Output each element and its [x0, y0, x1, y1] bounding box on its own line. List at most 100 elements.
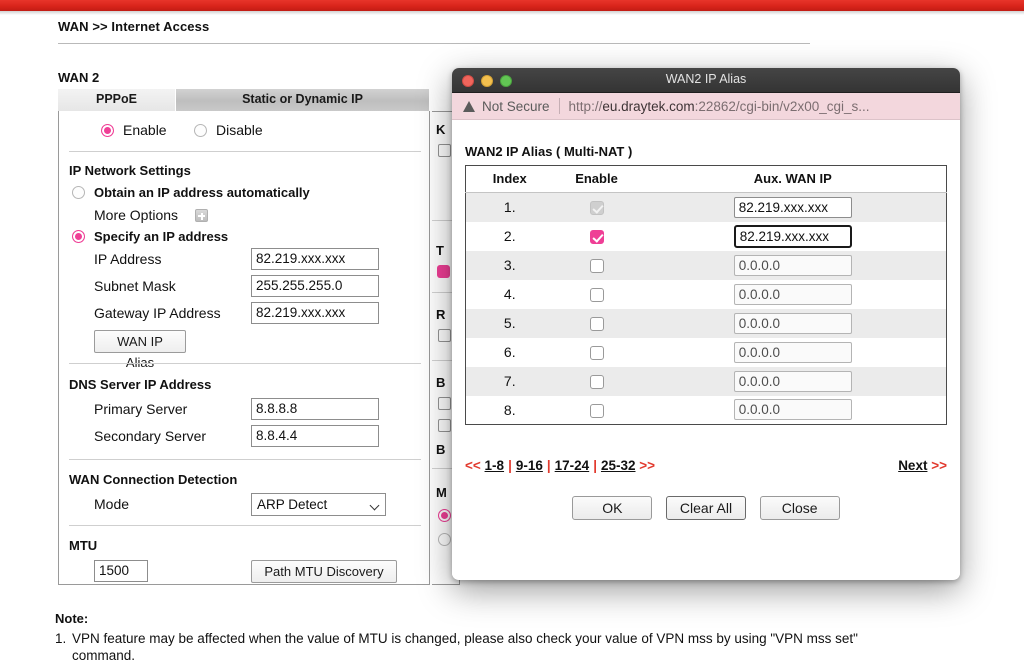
ok-button[interactable]: OK: [572, 496, 652, 520]
specify-ip-radio[interactable]: [72, 230, 85, 243]
aux-wan-ip-input[interactable]: 82.219.xxx.xxx: [734, 197, 852, 218]
row-enable-cell: [554, 309, 640, 338]
divider-4: [69, 525, 421, 526]
row-ip-cell: 82.219.xxx.xxx: [640, 222, 947, 251]
obscured-fragment-b1: B: [436, 375, 445, 390]
note-item: 1. VPN feature may be affected when the …: [55, 630, 875, 664]
disable-label: Disable: [216, 122, 263, 138]
aux-wan-ip-input[interactable]: 0.0.0.0: [734, 284, 852, 305]
row-enable-cell: [554, 251, 640, 280]
pager-next-group[interactable]: Next >>: [898, 458, 947, 473]
obtain-auto-radio[interactable]: [72, 186, 85, 199]
ip-alias-table: Index Enable Aux. WAN IP 1. 82.219.xxx.x…: [465, 165, 947, 425]
table-row: 3. 0.0.0.0: [466, 251, 947, 280]
secondary-server-input[interactable]: 8.8.4.4: [251, 425, 379, 447]
pager-separator: |: [547, 458, 551, 473]
aux-wan-ip-input[interactable]: 0.0.0.0: [734, 399, 852, 420]
enable-checkbox[interactable]: [590, 346, 604, 360]
aux-wan-ip-input[interactable]: 0.0.0.0: [734, 255, 852, 276]
enable-checkbox[interactable]: [590, 259, 604, 273]
enable-checkbox[interactable]: [590, 317, 604, 331]
specify-ip-option[interactable]: Specify an IP address: [72, 229, 228, 244]
enable-checkbox[interactable]: [590, 375, 604, 389]
tab-static-or-dynamic-ip[interactable]: Static or Dynamic IP: [176, 89, 430, 111]
wan-detection-title: WAN Connection Detection: [69, 472, 237, 487]
disable-radio[interactable]: [194, 124, 207, 137]
obscured-checkbox-3[interactable]: [438, 397, 451, 410]
obscured-checkbox-4[interactable]: [438, 419, 451, 432]
obscured-checkbox-1[interactable]: [438, 144, 451, 157]
row-enable-cell: [554, 367, 640, 396]
obscured-fragment-b2: B: [436, 442, 445, 457]
primary-server-input[interactable]: 8.8.8.8: [251, 398, 379, 420]
ip-address-input[interactable]: 82.219.xxx.xxx: [251, 248, 379, 270]
plus-box-icon[interactable]: [195, 209, 208, 222]
dialog-title: WAN2 IP Alias: [452, 72, 960, 86]
dialog-titlebar[interactable]: WAN2 IP Alias: [452, 68, 960, 93]
obscured-fragment-k: K: [436, 122, 445, 137]
row-ip-cell: 0.0.0.0: [640, 280, 947, 309]
address-bar-divider: [559, 98, 560, 114]
gateway-ip-input[interactable]: 82.219.xxx.xxx: [251, 302, 379, 324]
tab-pppoe[interactable]: PPPoE: [58, 89, 176, 111]
wan2-settings-panel: Enable Disable IP Network Settings Obtai…: [58, 111, 430, 585]
pager-range-9-16[interactable]: 9-16: [516, 458, 543, 473]
column-header-index: Index: [466, 166, 554, 193]
more-options-label[interactable]: More Options: [94, 207, 178, 223]
pager-range-25-32[interactable]: 25-32: [601, 458, 636, 473]
table-row: 7. 0.0.0.0: [466, 367, 947, 396]
aux-wan-ip-input[interactable]: 0.0.0.0: [734, 313, 852, 334]
pager-next-arrows[interactable]: >>: [639, 458, 655, 473]
detection-mode-select[interactable]: ARP Detect: [251, 493, 386, 516]
pager-next-link[interactable]: Next: [898, 458, 927, 473]
dialog-body: WAN2 IP Alias ( Multi-NAT ) Index Enable…: [452, 120, 960, 579]
pager-range-1-8[interactable]: 1-8: [485, 458, 505, 473]
pager-next-link-arrows[interactable]: >>: [931, 458, 947, 473]
note-text: VPN feature may be affected when the val…: [55, 630, 875, 664]
clear-all-button[interactable]: Clear All: [666, 496, 746, 520]
pager-range-17-24[interactable]: 17-24: [555, 458, 590, 473]
primary-server-label: Primary Server: [94, 401, 187, 417]
obscured-radio-on[interactable]: [438, 509, 451, 522]
chevron-down-icon: [370, 501, 380, 511]
ip-address-label: IP Address: [94, 251, 161, 267]
enable-checkbox[interactable]: [590, 404, 604, 418]
subnet-mask-input[interactable]: 255.255.255.0: [251, 275, 379, 297]
address-bar-url[interactable]: http://eu.draytek.com:22862/cgi-bin/v2x0…: [569, 99, 870, 114]
row-index: 7.: [466, 367, 554, 396]
obscured-radio-off[interactable]: [438, 533, 451, 546]
enable-radio-option[interactable]: Enable: [101, 122, 167, 138]
disable-radio-option[interactable]: Disable: [194, 122, 263, 138]
row-index: 1.: [466, 193, 554, 222]
page-title: WAN 2: [58, 70, 99, 85]
secondary-server-label: Secondary Server: [94, 428, 206, 444]
pager-prev-arrows[interactable]: <<: [465, 458, 481, 473]
row-enable-cell: [554, 396, 640, 425]
ip-network-settings-title: IP Network Settings: [69, 163, 191, 178]
divider-1: [69, 151, 421, 152]
enable-checkbox[interactable]: [590, 288, 604, 302]
aux-wan-ip-input[interactable]: 0.0.0.0: [734, 371, 852, 392]
obscured-checkbox-checked[interactable]: [437, 265, 450, 278]
divider-2: [69, 363, 421, 364]
wan2-ip-alias-dialog: WAN2 IP Alias Not Secure http://eu.drayt…: [452, 68, 960, 580]
mtu-input[interactable]: 1500: [94, 560, 148, 582]
connection-type-tabs: PPPoE Static or Dynamic IP: [58, 89, 430, 111]
enable-label: Enable: [123, 122, 167, 138]
enable-checkbox[interactable]: [590, 230, 604, 244]
enable-radio[interactable]: [101, 124, 114, 137]
aux-wan-ip-input[interactable]: 0.0.0.0: [734, 342, 852, 363]
wan-ip-alias-button[interactable]: WAN IP Alias: [94, 330, 186, 353]
aux-wan-ip-input[interactable]: 82.219.xxx.xxx: [734, 225, 852, 248]
close-button[interactable]: Close: [760, 496, 840, 520]
table-row: 1. 82.219.xxx.xxx: [466, 193, 947, 222]
address-bar[interactable]: Not Secure http://eu.draytek.com:22862/c…: [452, 93, 960, 120]
row-ip-cell: 0.0.0.0: [640, 396, 947, 425]
obscured-fragment-m: M: [436, 485, 447, 500]
obtain-auto-option[interactable]: Obtain an IP address automatically: [72, 185, 310, 200]
obscured-checkbox-2[interactable]: [438, 329, 451, 342]
breadcrumb: WAN >> Internet Access: [58, 19, 209, 34]
mode-label: Mode: [94, 496, 129, 512]
gateway-ip-label: Gateway IP Address: [94, 305, 221, 321]
path-mtu-discovery-button[interactable]: Path MTU Discovery: [251, 560, 397, 583]
